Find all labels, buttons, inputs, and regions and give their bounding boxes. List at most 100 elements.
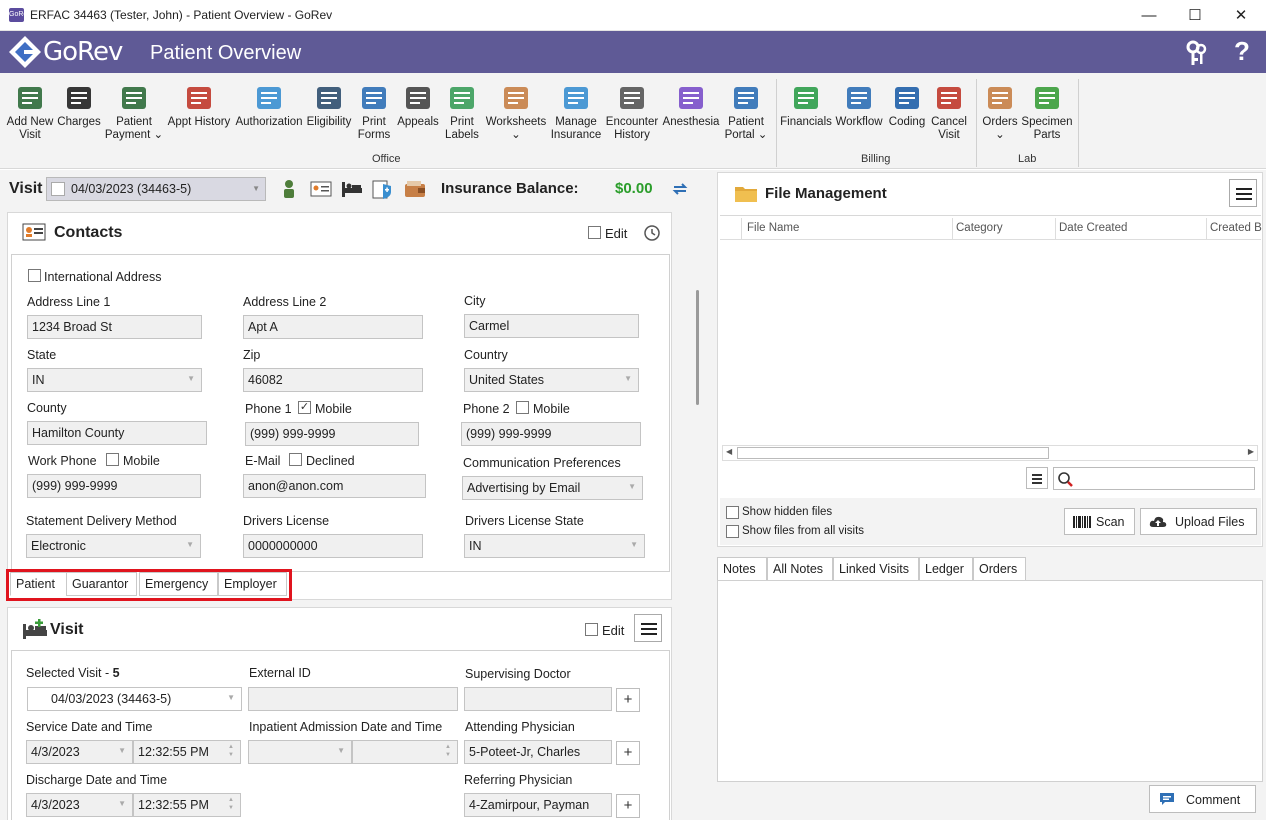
bed-icon[interactable] [341,180,363,198]
column-created-by[interactable]: Created B [1210,222,1262,234]
attending-physician-field[interactable]: 5-Poteet-Jr, Charles [464,740,612,764]
selected-visit-select[interactable]: 04/03/2023 (34463-5) ▼ [27,687,242,711]
barcode-small-icon [1073,516,1091,528]
add-supervising-doctor-button[interactable]: + [616,688,640,712]
id-card-icon[interactable] [310,181,332,197]
show-all-visits-checkbox[interactable] [726,525,739,538]
country-label: Country [464,348,508,362]
scrollbar-thumb[interactable] [696,290,699,405]
column-category[interactable]: Category [956,222,1003,234]
tab-patient[interactable]: Patient [10,572,67,596]
discharge-datetime-label: Discharge Date and Time [26,773,168,787]
phone1-field[interactable]: (999) 999-9999 [245,422,419,446]
external-id-field[interactable] [248,687,458,711]
referring-physician-field[interactable]: 4-Zamirpour, Payman [464,793,612,817]
worksheets-button[interactable]: Worksheets ⌄ [482,81,550,142]
service-date-select[interactable]: 4/3/2023 ▼ [26,740,133,764]
column-file-name[interactable]: File Name [747,222,799,234]
patient-button[interactable]: Patient Payment ⌄ [100,81,168,142]
discharge-time-spinner[interactable]: 12:32:55 PM ▲ ▼ [133,793,241,817]
address2-field[interactable]: Apt A [243,315,423,339]
visit-title: Visit [50,621,84,638]
keys-icon[interactable] [1182,38,1212,68]
phone1-mobile-checkbox[interactable]: ✓ [298,401,311,414]
visit-menu-button[interactable] [634,614,662,642]
contacts-edit-checkbox[interactable] [588,226,601,239]
drivers-license-field[interactable]: 0000000000 [243,534,423,558]
left-scrollbar[interactable] [691,208,705,820]
add-referring-physician-button[interactable]: + [616,794,640,818]
authorization-button[interactable]: Authorization [235,81,303,129]
supervising-doctor-field[interactable] [464,687,612,711]
help-icon[interactable]: ? [1234,36,1250,67]
attending-physician-label: Attending Physician [465,720,575,734]
notes-tab-orders[interactable]: Orders [973,557,1026,581]
calendar-icon [187,87,211,109]
drivers-license-state-select[interactable]: IN ▼ [464,534,645,558]
file-grid-hscrollbar[interactable]: ◀ ▶ [722,445,1258,461]
upload-files-button[interactable]: Upload Files [1140,508,1257,535]
tab-emergency[interactable]: Emergency [139,572,218,596]
international-address-checkbox[interactable] [28,269,41,282]
tag-icon [450,87,474,109]
scan-button[interactable]: Scan [1064,508,1135,535]
gorev-logo: GoRev [7,31,142,73]
phone2-field[interactable]: (999) 999-9999 [461,422,641,446]
add-visit-icon [18,87,42,109]
notes-tab-all-notes[interactable]: All Notes [767,557,833,581]
history-clock-icon[interactable] [643,224,661,242]
email-declined-checkbox[interactable] [289,453,302,466]
notes-tab-linked-visits[interactable]: Linked Visits [833,557,919,581]
appt-history-button[interactable]: Appt History [165,81,233,129]
show-hidden-files-checkbox[interactable] [726,506,739,519]
zip-field[interactable]: 46082 [243,368,423,392]
minimize-button[interactable]: — [1126,0,1172,31]
specimen-icon [1035,87,1059,109]
state-select[interactable]: IN ▼ [27,368,202,392]
email-field[interactable]: anon@anon.com [243,474,426,498]
file-search-input[interactable] [1053,467,1255,490]
comm-pref-select[interactable]: Advertising by Email ▼ [462,476,643,500]
tab-guarantor[interactable]: Guarantor [66,572,137,596]
phone2-mobile-checkbox[interactable] [516,401,529,414]
notes-tab-notes[interactable]: Notes [717,557,767,581]
encounter-button[interactable]: Encounter History [598,81,666,142]
patient-button[interactable]: Patient Portal ⌄ [712,81,780,142]
maximize-button[interactable]: ☐ [1172,0,1218,31]
drivers-license-label: Drivers License [243,514,330,528]
inpatient-date-select[interactable]: ▼ [248,740,352,764]
insurance-balance-value: $0.00 [615,180,653,197]
app-icon: GoRev [9,8,31,22]
notes-tab-ledger[interactable]: Ledger [919,557,973,581]
inpatient-admission-label: Inpatient Admission Date and Time [249,720,443,734]
hscroll-thumb[interactable] [737,447,1049,459]
refresh-swap-icon[interactable] [671,180,689,198]
discharge-date-select[interactable]: 4/3/2023 ▼ [26,793,133,817]
tab-employer[interactable]: Employer [218,572,287,596]
person-green-icon[interactable] [281,179,297,199]
comment-button[interactable]: Comment [1149,785,1256,813]
visit-edit-checkbox[interactable] [585,623,598,636]
county-field[interactable]: Hamilton County [27,421,207,445]
inpatient-time-spinner[interactable]: ▲ ▼ [352,740,458,764]
statement-delivery-select[interactable]: Electronic ▼ [26,534,201,558]
specimen-button[interactable]: Specimen Parts [1013,81,1081,142]
address1-field[interactable]: 1234 Broad St [27,315,202,339]
insurance-small-icon[interactable] [371,178,393,200]
filter-list-button[interactable] [1026,467,1048,489]
close-button[interactable]: ✕ [1218,0,1264,31]
syringe-icon [679,87,703,109]
office-group-label: Office [372,153,401,165]
add-attending-physician-button[interactable]: + [616,741,640,765]
city-field[interactable]: Carmel [464,314,639,338]
visit-selector[interactable]: 04/03/2023 (34463-5) ▼ [46,177,266,201]
wallet-icon[interactable] [403,179,427,199]
work-phone-field[interactable]: (999) 999-9999 [27,474,201,498]
visit-checkbox[interactable] [51,182,65,196]
orders-icon [988,87,1012,109]
country-select[interactable]: United States ▼ [464,368,639,392]
work-mobile-checkbox[interactable] [106,453,119,466]
service-time-spinner[interactable]: 12:32:55 PM ▲ ▼ [133,740,241,764]
file-menu-button[interactable] [1229,179,1257,207]
column-date-created[interactable]: Date Created [1059,222,1127,234]
